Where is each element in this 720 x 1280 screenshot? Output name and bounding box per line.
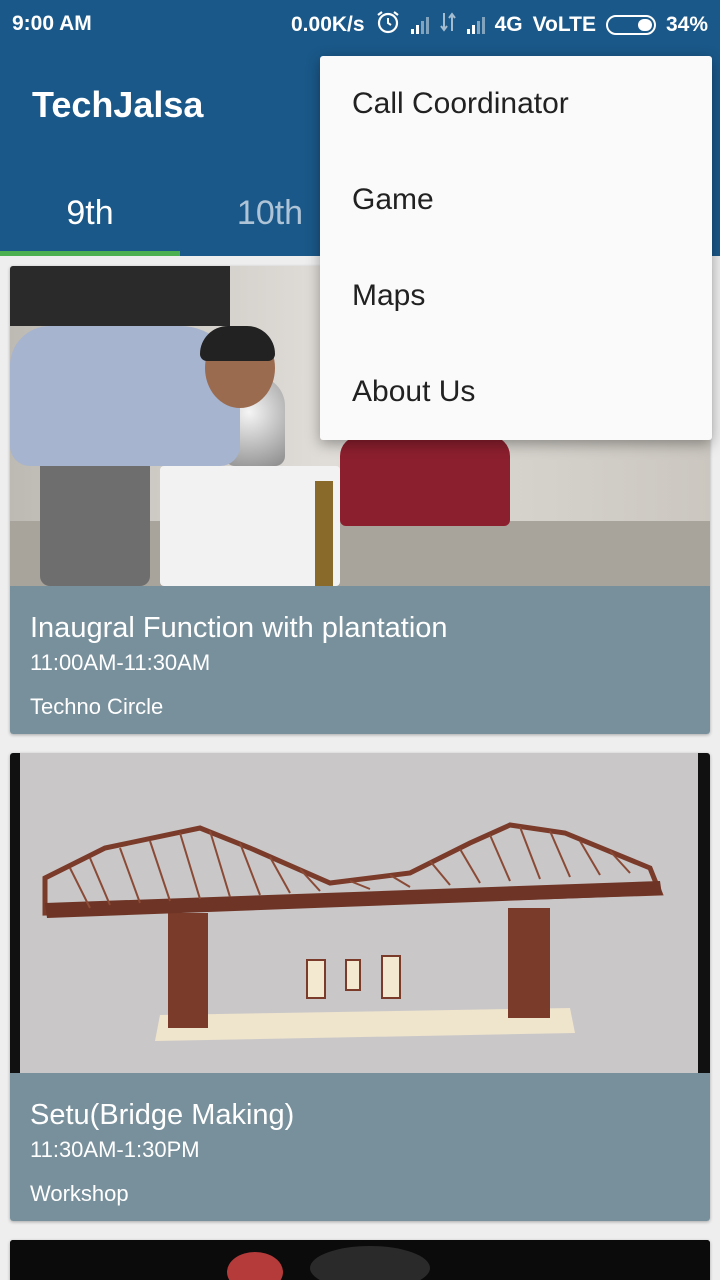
event-title: Setu(Bridge Making) — [30, 1099, 295, 1131]
event-info: Inaugral Function with plantation 11:00A… — [10, 586, 710, 734]
battery-icon — [605, 15, 656, 35]
tab-9th[interactable]: 9th — [0, 170, 180, 256]
event-card[interactable]: Setu(Bridge Making) 11:30AM-1:30PM Works… — [10, 753, 710, 1221]
status-bar: 9:00 AM 0.00K/s 4G VoLTE 34% — [0, 0, 720, 50]
app-title: TechJalsa — [32, 84, 204, 125]
event-time: 11:30AM-1:30PM — [30, 1137, 200, 1162]
event-venue: Techno Circle — [30, 694, 164, 719]
event-image — [10, 753, 710, 1073]
menu-item-call-coordinator[interactable]: Call Coordinator — [320, 56, 712, 152]
signal-icon — [410, 16, 429, 34]
event-info: Setu(Bridge Making) 11:30AM-1:30PM Works… — [10, 1073, 710, 1221]
event-image — [10, 1240, 710, 1280]
status-time: 9:00 AM — [12, 12, 92, 35]
tab-indicator — [0, 251, 180, 256]
network-type: 4G — [494, 13, 523, 36]
event-venue: Workshop — [30, 1181, 129, 1206]
status-icons: 0.00K/s 4G VoLTE 34% — [291, 10, 708, 40]
battery-percent: 34% — [665, 13, 708, 36]
net-speed: 0.00K/s — [291, 13, 365, 36]
signal-icon-2 — [466, 16, 485, 34]
volte-label: VoLTE — [532, 13, 596, 36]
battery-level — [637, 19, 652, 31]
event-title: Inaugral Function with plantation — [30, 612, 448, 644]
alarm-icon — [375, 9, 401, 41]
menu-item-game[interactable]: Game — [320, 152, 712, 248]
overflow-menu: Call Coordinator Game Maps About Us — [320, 56, 712, 440]
menu-item-about-us[interactable]: About Us — [320, 344, 712, 440]
event-card[interactable] — [10, 1240, 710, 1280]
event-time: 11:00AM-11:30AM — [30, 650, 211, 675]
menu-item-maps[interactable]: Maps — [320, 248, 712, 344]
data-transfer-icon — [439, 11, 457, 39]
